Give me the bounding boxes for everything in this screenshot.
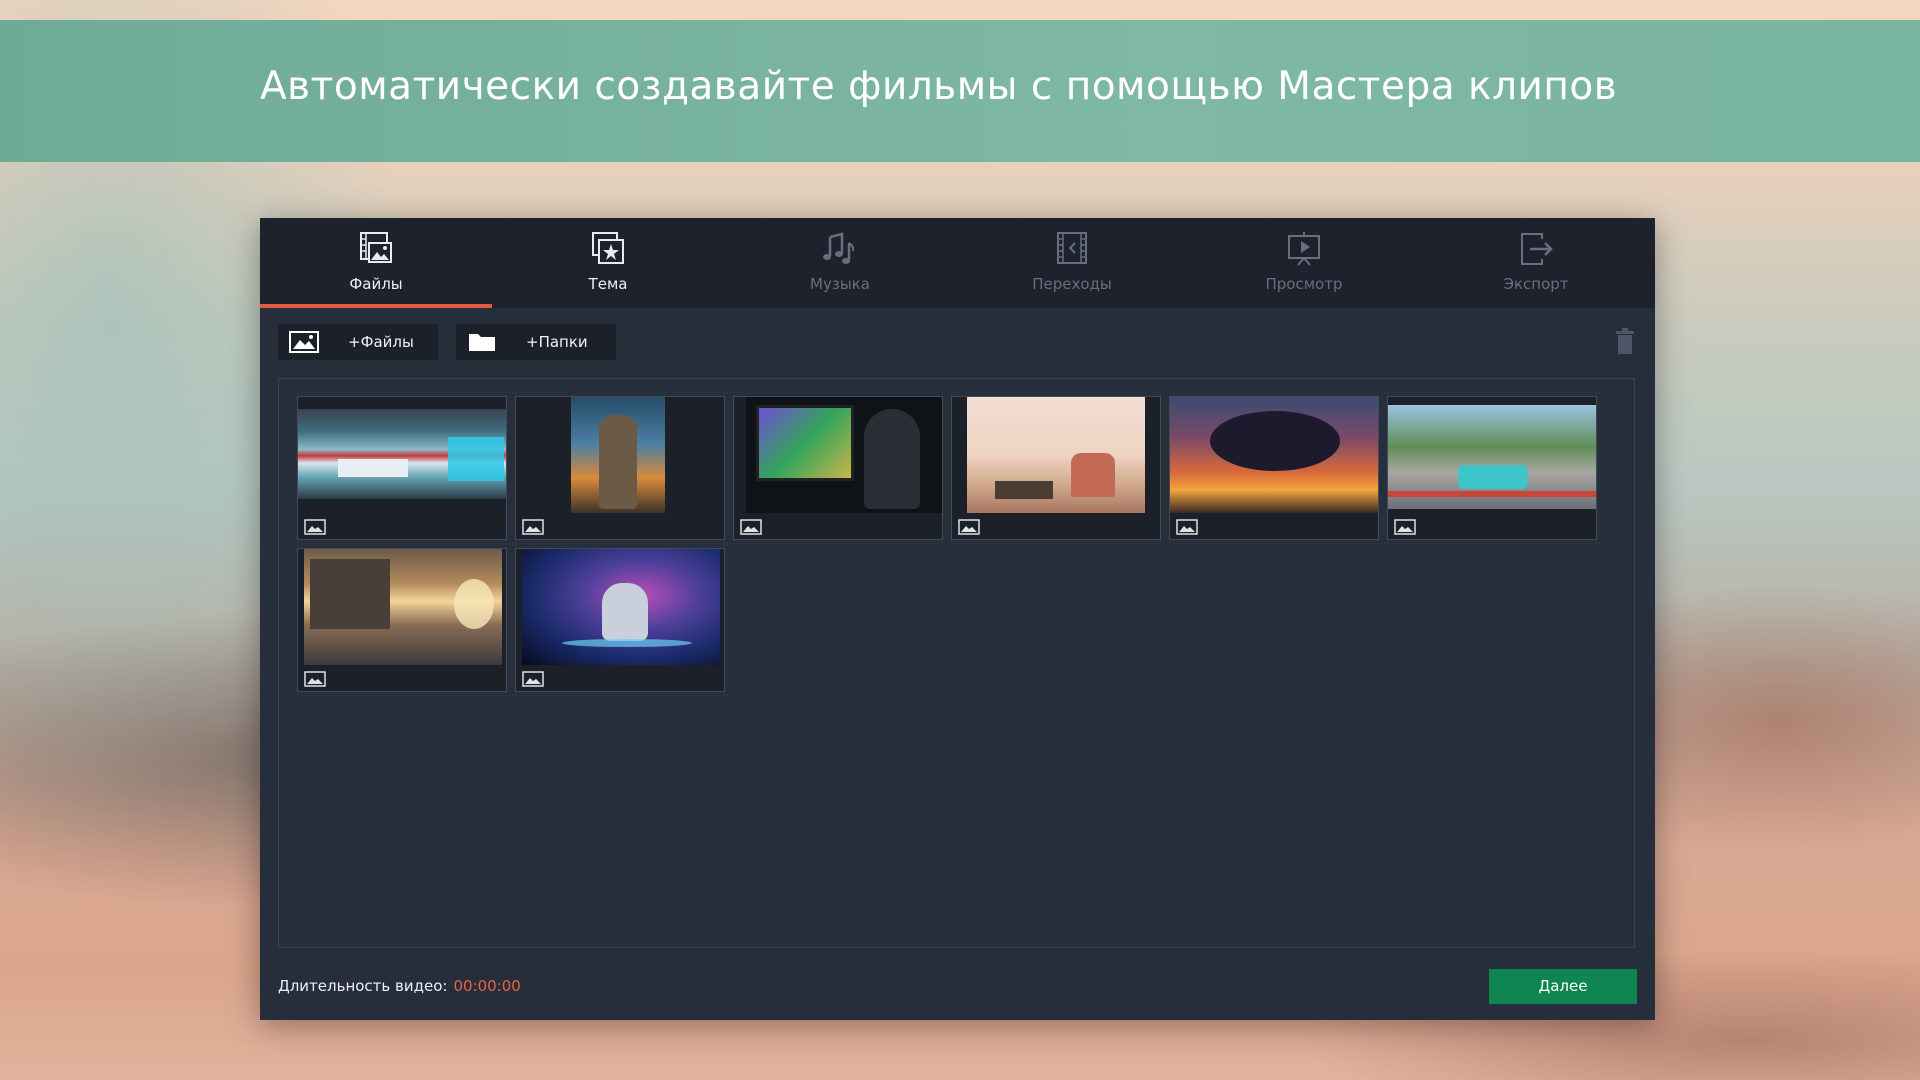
tab-files[interactable]: Файлы xyxy=(260,218,492,308)
thumbnail-image xyxy=(298,409,506,499)
duration-value: 00:00:00 xyxy=(453,977,521,995)
media-item[interactable] xyxy=(515,396,725,540)
image-type-icon xyxy=(304,671,326,687)
add-files-label: +Файлы xyxy=(348,333,414,351)
thumbnail-image xyxy=(1170,397,1378,513)
add-folders-label: +Папки xyxy=(526,333,588,351)
music-icon xyxy=(823,232,855,264)
media-item[interactable] xyxy=(515,548,725,692)
thumbnail-image xyxy=(522,549,720,665)
thumbnail-image xyxy=(967,397,1145,513)
thumbnail-image xyxy=(571,397,665,513)
tab-theme[interactable]: Тема xyxy=(492,218,724,308)
add-folders-button[interactable]: +Папки xyxy=(456,324,616,360)
video-duration: Длительность видео: 00:00:00 xyxy=(278,977,521,995)
transitions-icon xyxy=(1057,232,1087,264)
tab-transitions[interactable]: Переходы xyxy=(956,218,1188,308)
tab-label: Музыка xyxy=(810,275,870,293)
trash-icon[interactable] xyxy=(1614,328,1636,356)
tab-export[interactable]: Экспорт xyxy=(1420,218,1652,308)
image-type-icon xyxy=(304,519,326,535)
files-icon xyxy=(360,232,392,263)
clip-wizard-window: Файлы Тема Музыка Переходы Просмотр Эксп… xyxy=(260,218,1655,1020)
tab-label: Просмотр xyxy=(1265,275,1343,293)
image-icon xyxy=(289,331,319,353)
image-type-icon xyxy=(1394,519,1416,535)
image-type-icon xyxy=(1176,519,1198,535)
media-grid xyxy=(278,378,1635,948)
active-tab-indicator xyxy=(260,304,492,308)
theme-icon xyxy=(592,232,624,264)
thumbnail-image xyxy=(746,397,942,513)
tab-label: Переходы xyxy=(1032,275,1112,293)
tab-label: Экспорт xyxy=(1503,275,1569,293)
tab-music[interactable]: Музыка xyxy=(724,218,956,308)
thumbnail-image xyxy=(304,549,502,665)
tab-label: Файлы xyxy=(349,275,403,293)
media-item[interactable] xyxy=(951,396,1161,540)
image-type-icon xyxy=(958,519,980,535)
preview-icon xyxy=(1288,232,1320,266)
tab-label: Тема xyxy=(588,275,628,293)
tab-preview[interactable]: Просмотр xyxy=(1188,218,1420,308)
media-item[interactable] xyxy=(733,396,943,540)
media-item[interactable] xyxy=(1169,396,1379,540)
media-item[interactable] xyxy=(1387,396,1597,540)
duration-label: Длительность видео: xyxy=(278,977,448,995)
media-item[interactable] xyxy=(297,396,507,540)
folder-icon xyxy=(469,334,495,351)
image-type-icon xyxy=(522,519,544,535)
next-button[interactable]: Далее xyxy=(1489,969,1637,1004)
promo-banner: Автоматически создавайте фильмы с помощь… xyxy=(0,20,1920,162)
thumbnail-image xyxy=(1388,405,1596,509)
wizard-tab-bar: Файлы Тема Музыка Переходы Просмотр Эксп… xyxy=(260,218,1655,308)
image-type-icon xyxy=(522,671,544,687)
add-files-button[interactable]: +Файлы xyxy=(278,324,438,360)
export-icon xyxy=(1521,233,1553,265)
banner-title: Автоматически создавайте фильмы с помощь… xyxy=(260,64,1618,109)
image-type-icon xyxy=(740,519,762,535)
media-item[interactable] xyxy=(297,548,507,692)
